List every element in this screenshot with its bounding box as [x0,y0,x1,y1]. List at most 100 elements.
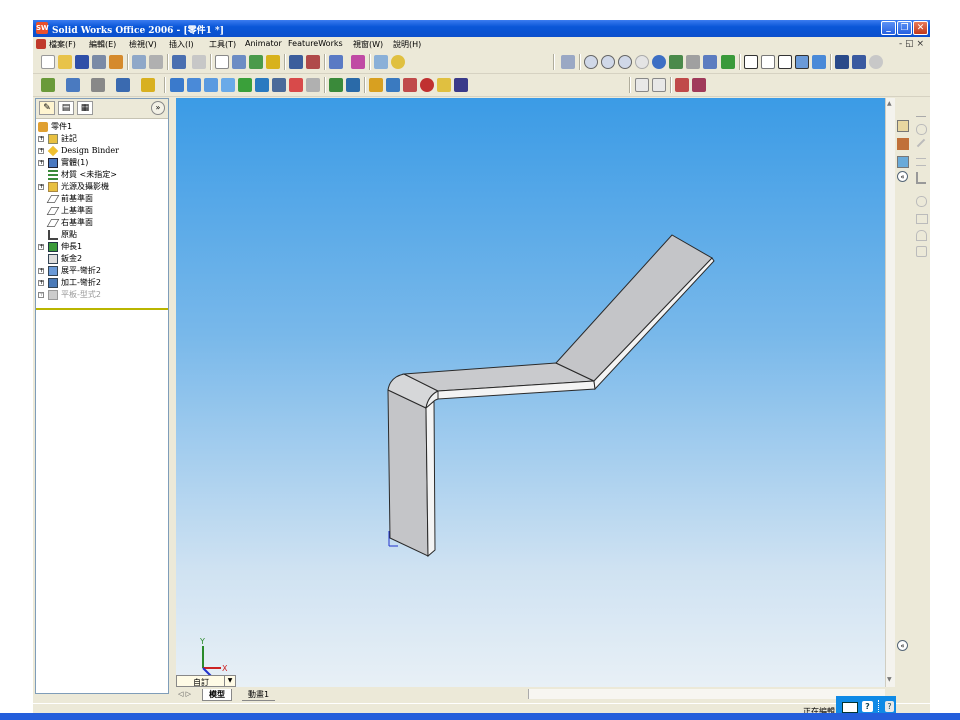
expander-icon[interactable]: + [38,160,44,166]
perspective-icon[interactable] [869,55,883,69]
scroll-up-icon[interactable]: ▲ [887,100,892,107]
realview-icon[interactable] [852,55,866,69]
document-window-controls[interactable]: - ◱ × [899,39,924,49]
sketch-icon[interactable] [249,55,263,69]
zoom-to-area-icon[interactable] [601,55,615,69]
undo-icon[interactable] [172,55,186,69]
home-icon[interactable] [897,120,909,132]
help-question-icon[interactable]: ? [885,701,894,712]
shaded-icon[interactable] [812,55,826,69]
expander-icon[interactable]: + [38,184,44,190]
pan-icon[interactable] [669,55,683,69]
minimize-button[interactable]: _ [881,21,896,35]
expand-panel-button[interactable]: » [151,101,165,115]
rotate-view-icon[interactable] [652,55,666,69]
rip-icon[interactable] [386,78,400,92]
menu-insert[interactable]: 插入(I) [169,39,194,50]
material-editor-icon[interactable] [692,78,706,92]
extend-icon[interactable] [916,214,928,224]
collapse-left-icon[interactable]: « [897,171,908,182]
config-tab-icon[interactable]: ▦ [77,101,93,115]
design-library-icon[interactable] [897,138,909,150]
expander-icon[interactable]: + [38,244,44,250]
restore-button[interactable]: ❐ [897,21,912,35]
file-explorer-icon[interactable] [897,156,909,168]
print-icon[interactable] [92,55,106,69]
keyboard-icon[interactable] [842,702,858,713]
close-button[interactable]: ✕ [913,21,928,35]
shaded-with-edges-icon[interactable] [795,55,809,69]
scroll-down-icon[interactable]: ▼ [887,676,892,683]
move-copy-body-icon[interactable] [652,78,666,92]
property-tab-icon[interactable]: ▤ [58,101,74,115]
fillet-icon[interactable] [916,172,926,184]
closed-corner-icon[interactable] [272,78,286,92]
insert-bends-icon[interactable] [369,78,383,92]
section-view-icon[interactable] [686,55,700,69]
expander-icon[interactable]: + [38,148,44,154]
simplify-bends-icon[interactable] [437,78,451,92]
expander-icon[interactable]: + [38,280,44,286]
menu-tools[interactable]: 工具(T) [209,39,236,50]
expander-icon[interactable]: + [38,268,44,274]
circle-icon[interactable] [916,124,927,135]
chevron-down-icon[interactable]: ▼ [224,676,235,686]
standard-views-icon[interactable] [703,55,717,69]
print-preview-icon[interactable] [149,55,163,69]
curves-dropdown-icon[interactable] [116,78,130,92]
feature-tree-tab-icon[interactable]: ✎ [39,101,55,115]
menu-view[interactable]: 檢視(V) [129,39,157,50]
help-icon[interactable] [391,55,405,69]
menu-help[interactable]: 說明(H) [393,39,421,50]
offset-icon[interactable] [916,230,927,241]
help-icon[interactable]: ? [862,701,873,712]
sw-menu-icon[interactable] [36,39,46,49]
tab-nav-arrows[interactable]: ◁ ▷ [178,690,191,698]
flatten-icon[interactable] [329,78,343,92]
expander-icon[interactable]: + [38,136,44,142]
edge-flange-icon[interactable] [187,78,201,92]
base-flange-icon[interactable] [170,78,184,92]
menu-window[interactable]: 視窗(W) [353,39,383,50]
view-orientation-icon[interactable] [561,55,575,69]
new-document-icon[interactable] [41,55,55,69]
zoom-to-selection-icon[interactable] [635,55,649,69]
smart-dimension-icon[interactable] [232,55,246,69]
viewport-horizontal-scrollbar[interactable] [528,689,885,699]
zoom-in-out-icon[interactable] [618,55,632,69]
lofted-bend-icon[interactable] [420,78,434,92]
line-icon[interactable] [916,108,926,117]
select-arrow-icon[interactable] [215,55,229,69]
surface-dropdown-icon[interactable] [141,78,155,92]
no-bends-icon[interactable] [346,78,360,92]
expander-icon[interactable]: + [38,292,44,298]
save-icon[interactable] [75,55,89,69]
toolbox-icon[interactable] [351,55,365,69]
hidden-lines-visible-icon[interactable] [761,55,775,69]
graphics-area[interactable]: Y X Z 自訂 ▼ [176,98,885,687]
reference-geometry-dropdown-icon[interactable] [91,78,105,92]
wireframe-icon[interactable] [744,55,758,69]
jog-icon[interactable] [238,78,252,92]
rollback-bar[interactable] [36,308,168,310]
shadows-icon[interactable] [835,55,849,69]
menu-featureworks[interactable]: FeatureWorks [288,39,343,48]
properties-icon[interactable] [374,55,388,69]
rebuild-icon[interactable] [266,55,280,69]
break-corner-icon[interactable] [289,78,303,92]
assembly-icon[interactable] [132,55,146,69]
hidden-lines-removed-icon[interactable] [778,55,792,69]
tab-model[interactable]: 模型 [202,689,232,701]
hem-icon[interactable] [221,78,235,92]
sheet-metal-part[interactable] [387,234,715,558]
tab-animation1[interactable]: 動畫1 [242,689,276,701]
menu-file[interactable]: 檔案(F) [49,39,76,50]
macro-icon[interactable] [329,55,343,69]
redo-icon[interactable] [192,55,206,69]
centerline-icon[interactable] [916,138,926,148]
sheet-metal-gusset-icon[interactable] [454,78,468,92]
menu-animator[interactable]: Animator [245,39,282,48]
unfold-icon[interactable] [306,78,320,92]
view-orientation-box[interactable]: 自訂 ▼ [176,675,236,687]
features-dropdown-icon[interactable] [41,78,55,92]
